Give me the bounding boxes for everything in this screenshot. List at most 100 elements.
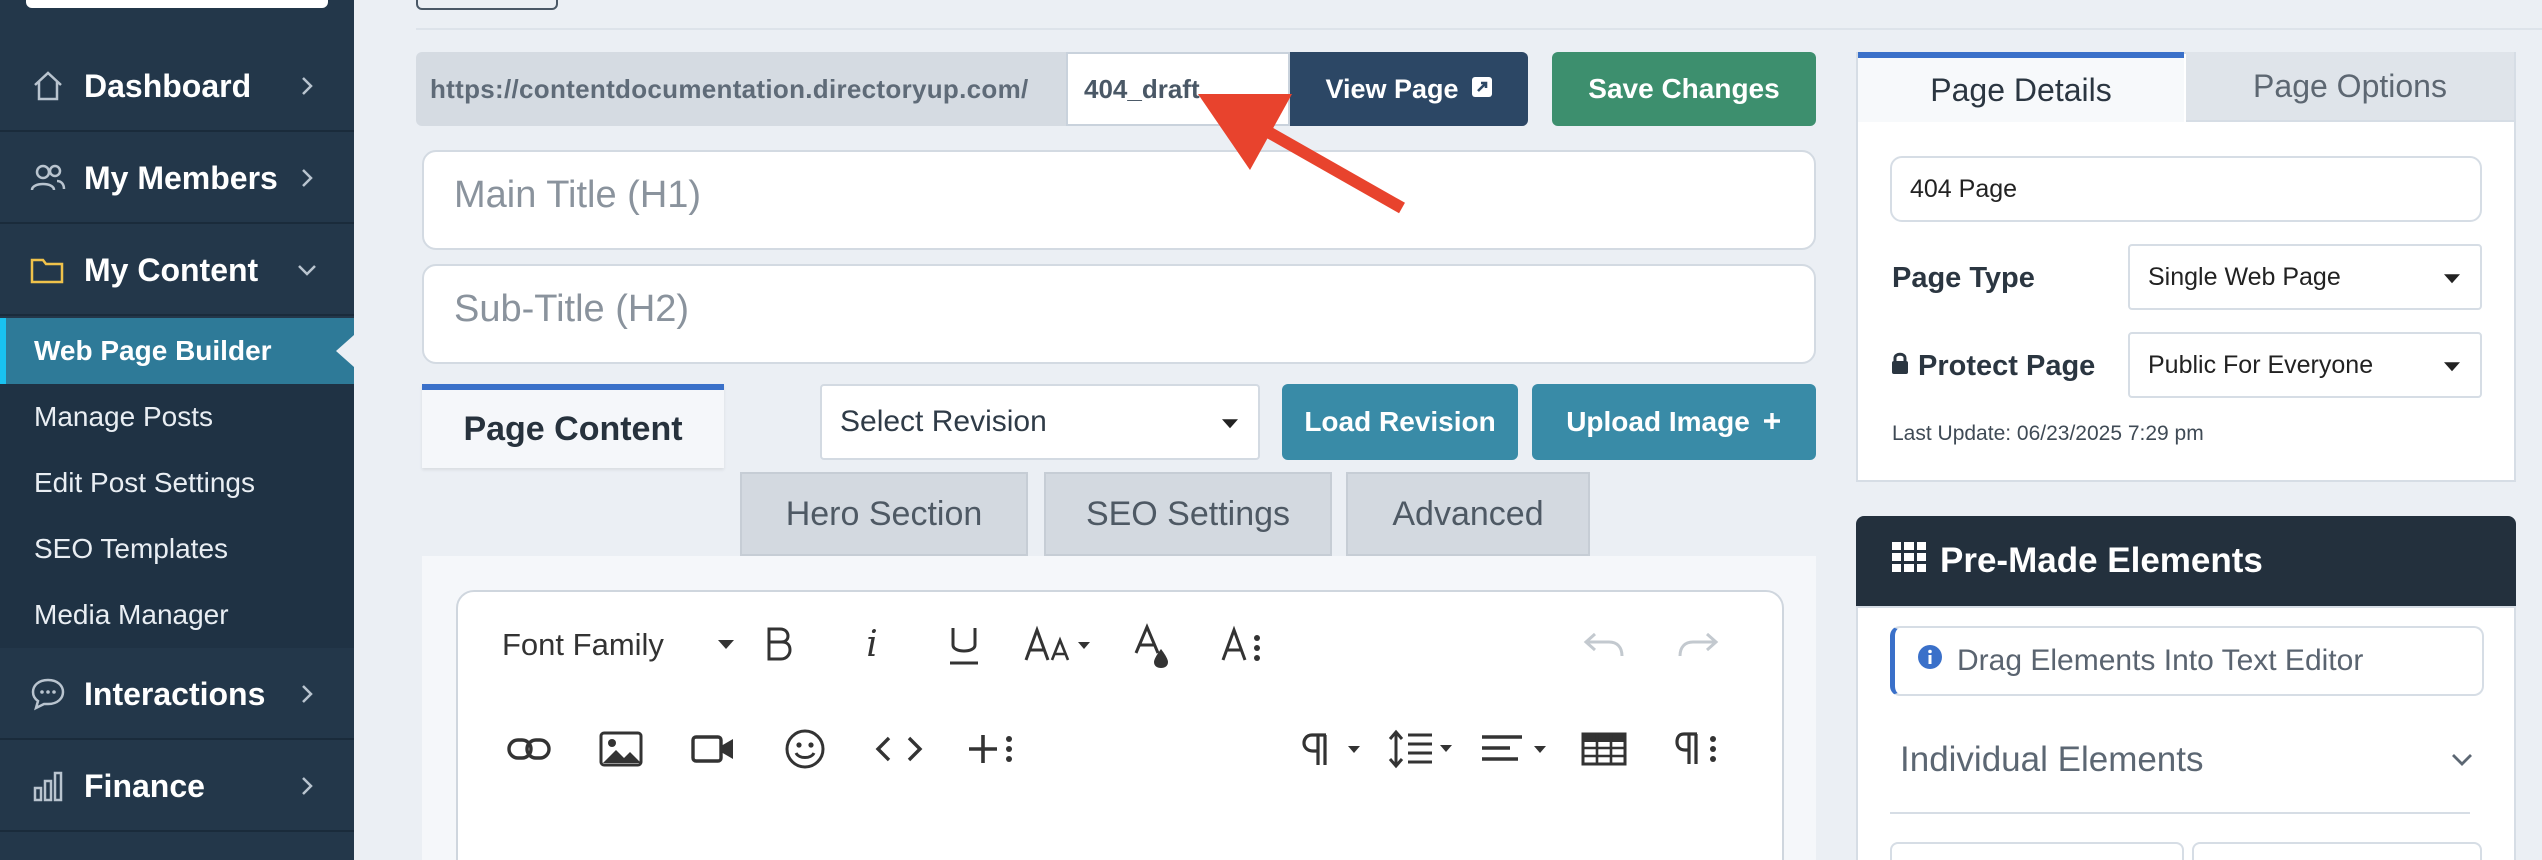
- select-revision-value: Select Revision: [840, 405, 1047, 438]
- line-height-icon[interactable]: [1388, 724, 1460, 774]
- sidebar-item-dashboard[interactable]: Dashboard: [0, 42, 354, 132]
- grid-icon: [1892, 541, 1926, 581]
- link-icon[interactable]: [506, 724, 552, 774]
- code-icon[interactable]: [874, 724, 924, 774]
- caret-down-icon: [2444, 362, 2460, 372]
- caret-down-icon: [718, 640, 734, 649]
- table-icon[interactable]: [1580, 724, 1628, 774]
- sidebar-item-label: Interactions: [84, 675, 266, 712]
- tab-page-options[interactable]: Page Options: [2186, 52, 2514, 122]
- upload-image-button[interactable]: Upload Image: [1532, 384, 1816, 460]
- chevron-right-icon: [296, 167, 318, 189]
- emoji-icon[interactable]: [782, 724, 828, 774]
- chevron-right-icon: [296, 75, 318, 97]
- sidebar-item-label: Dashboard: [84, 67, 252, 104]
- undo-icon[interactable]: [1582, 620, 1626, 670]
- show-formatting-icon[interactable]: [1674, 724, 1722, 774]
- insert-more-icon[interactable]: [966, 724, 1018, 774]
- external-link-icon: [1471, 74, 1493, 105]
- url-prefix: https://contentdocumentation.directoryup…: [430, 73, 1029, 104]
- annotation-arrow: [1198, 94, 1405, 214]
- tab-advanced[interactable]: Advanced: [1346, 472, 1590, 556]
- page-type-label: Page Type: [1892, 261, 2035, 294]
- sidebar-item-finance[interactable]: Finance: [0, 742, 354, 832]
- sidebar-item-my-content[interactable]: My Content: [0, 226, 354, 316]
- load-revision-button[interactable]: Load Revision: [1282, 384, 1518, 460]
- premade-elements-header: Pre-Made Elements: [1856, 516, 2516, 606]
- text-color-icon[interactable]: [1132, 618, 1172, 674]
- sidebar: Dashboard My Members My Content Web Page…: [0, 0, 354, 860]
- premade-elements-title: Pre-Made Elements: [1940, 541, 2263, 580]
- lock-icon: [1890, 350, 1910, 383]
- font-size-icon[interactable]: [1024, 618, 1096, 670]
- divider: [416, 28, 2542, 30]
- sidebar-item-label: My Members: [84, 159, 278, 196]
- drag-elements-note: Drag Elements Into Text Editor: [1890, 626, 2484, 696]
- font-family-dropdown[interactable]: Font Family: [502, 620, 734, 670]
- main-title-input[interactable]: [422, 150, 1816, 250]
- tab-seo-settings[interactable]: SEO Settings: [1044, 472, 1332, 556]
- sidebar-item-edit-post-settings[interactable]: Edit Post Settings: [0, 450, 354, 516]
- caret-down-icon: [1222, 419, 1238, 429]
- image-icon[interactable]: [598, 724, 644, 774]
- sidebar-item-media-manager[interactable]: Media Manager: [0, 582, 354, 648]
- video-icon[interactable]: [690, 724, 736, 774]
- tab-hero-section[interactable]: Hero Section: [740, 472, 1028, 556]
- users-icon: [26, 156, 70, 200]
- sidebar-item-label: My Content: [84, 251, 259, 288]
- sidebar-item-my-members[interactable]: My Members: [0, 134, 354, 224]
- sidebar-item-manage-posts[interactable]: Manage Posts: [0, 384, 354, 450]
- element-card[interactable]: [2192, 842, 2482, 860]
- page-type-select[interactable]: Single Web Page: [2128, 244, 2482, 310]
- protect-page-select[interactable]: Public For Everyone: [2128, 332, 2482, 398]
- redo-icon[interactable]: [1676, 620, 1720, 670]
- page-name-input[interactable]: [1890, 156, 2482, 222]
- chevron-down-icon: [296, 259, 318, 281]
- align-icon[interactable]: [1480, 724, 1552, 774]
- protect-page-label: Protect Page: [1918, 349, 2096, 382]
- last-update-text: Last Update: 06/23/2025 7:29 pm: [1892, 422, 2204, 445]
- chevron-right-icon: [296, 775, 318, 797]
- element-card[interactable]: [1890, 842, 2184, 860]
- page-type-value: Single Web Page: [2148, 262, 2341, 291]
- submenu-label: Edit Post Settings: [34, 467, 256, 498]
- caret-down-icon: [2444, 274, 2460, 284]
- bar-chart-icon: [26, 764, 70, 808]
- sidebar-item-seo-templates[interactable]: SEO Templates: [0, 516, 354, 582]
- protect-page-label-group: Protect Page: [1890, 346, 2095, 386]
- paragraph-format-icon[interactable]: [1302, 724, 1366, 774]
- submenu-label: Web Page Builder: [34, 335, 272, 366]
- folder-icon: [26, 248, 70, 292]
- submenu-label: Manage Posts: [34, 401, 213, 432]
- chevron-down-icon[interactable]: [2450, 752, 2474, 773]
- sub-title-input[interactable]: [422, 264, 1816, 364]
- bold-icon[interactable]: [758, 618, 800, 670]
- chat-icon: [26, 672, 70, 716]
- underline-icon[interactable]: [944, 618, 984, 674]
- protect-page-value: Public For Everyone: [2148, 350, 2374, 379]
- sidebar-item-web-page-builder[interactable]: Web Page Builder: [0, 318, 354, 384]
- sidebar-item-label: Finance: [84, 767, 205, 804]
- chevron-right-icon: [296, 683, 318, 705]
- divider: [1890, 812, 2470, 814]
- top-button-fragment[interactable]: [416, 0, 558, 10]
- submenu-label: SEO Templates: [34, 533, 229, 564]
- info-icon: [1917, 644, 1943, 678]
- content-submenu: Web Page Builder Manage Posts Edit Post …: [0, 318, 354, 648]
- drag-note-text: Drag Elements Into Text Editor: [1957, 644, 2364, 677]
- font-family-label: Font Family: [502, 627, 664, 662]
- active-indicator: [336, 335, 354, 367]
- select-revision-dropdown[interactable]: Select Revision: [820, 384, 1260, 460]
- sidebar-item-interactions[interactable]: Interactions: [0, 650, 354, 740]
- save-changes-button[interactable]: Save Changes: [1552, 52, 1816, 126]
- sidebar-search-box[interactable]: [26, 0, 328, 8]
- submenu-label: Media Manager: [34, 599, 229, 630]
- text-style-icon[interactable]: [1220, 618, 1266, 670]
- home-icon: [26, 64, 70, 108]
- tab-page-content[interactable]: Page Content: [422, 384, 724, 468]
- upload-image-label: Upload Image: [1566, 406, 1750, 437]
- individual-elements-heading[interactable]: Individual Elements: [1900, 740, 2204, 780]
- plus-icon: [1762, 406, 1782, 438]
- italic-icon[interactable]: i: [854, 618, 890, 670]
- tab-page-details[interactable]: Page Details: [1858, 52, 2184, 122]
